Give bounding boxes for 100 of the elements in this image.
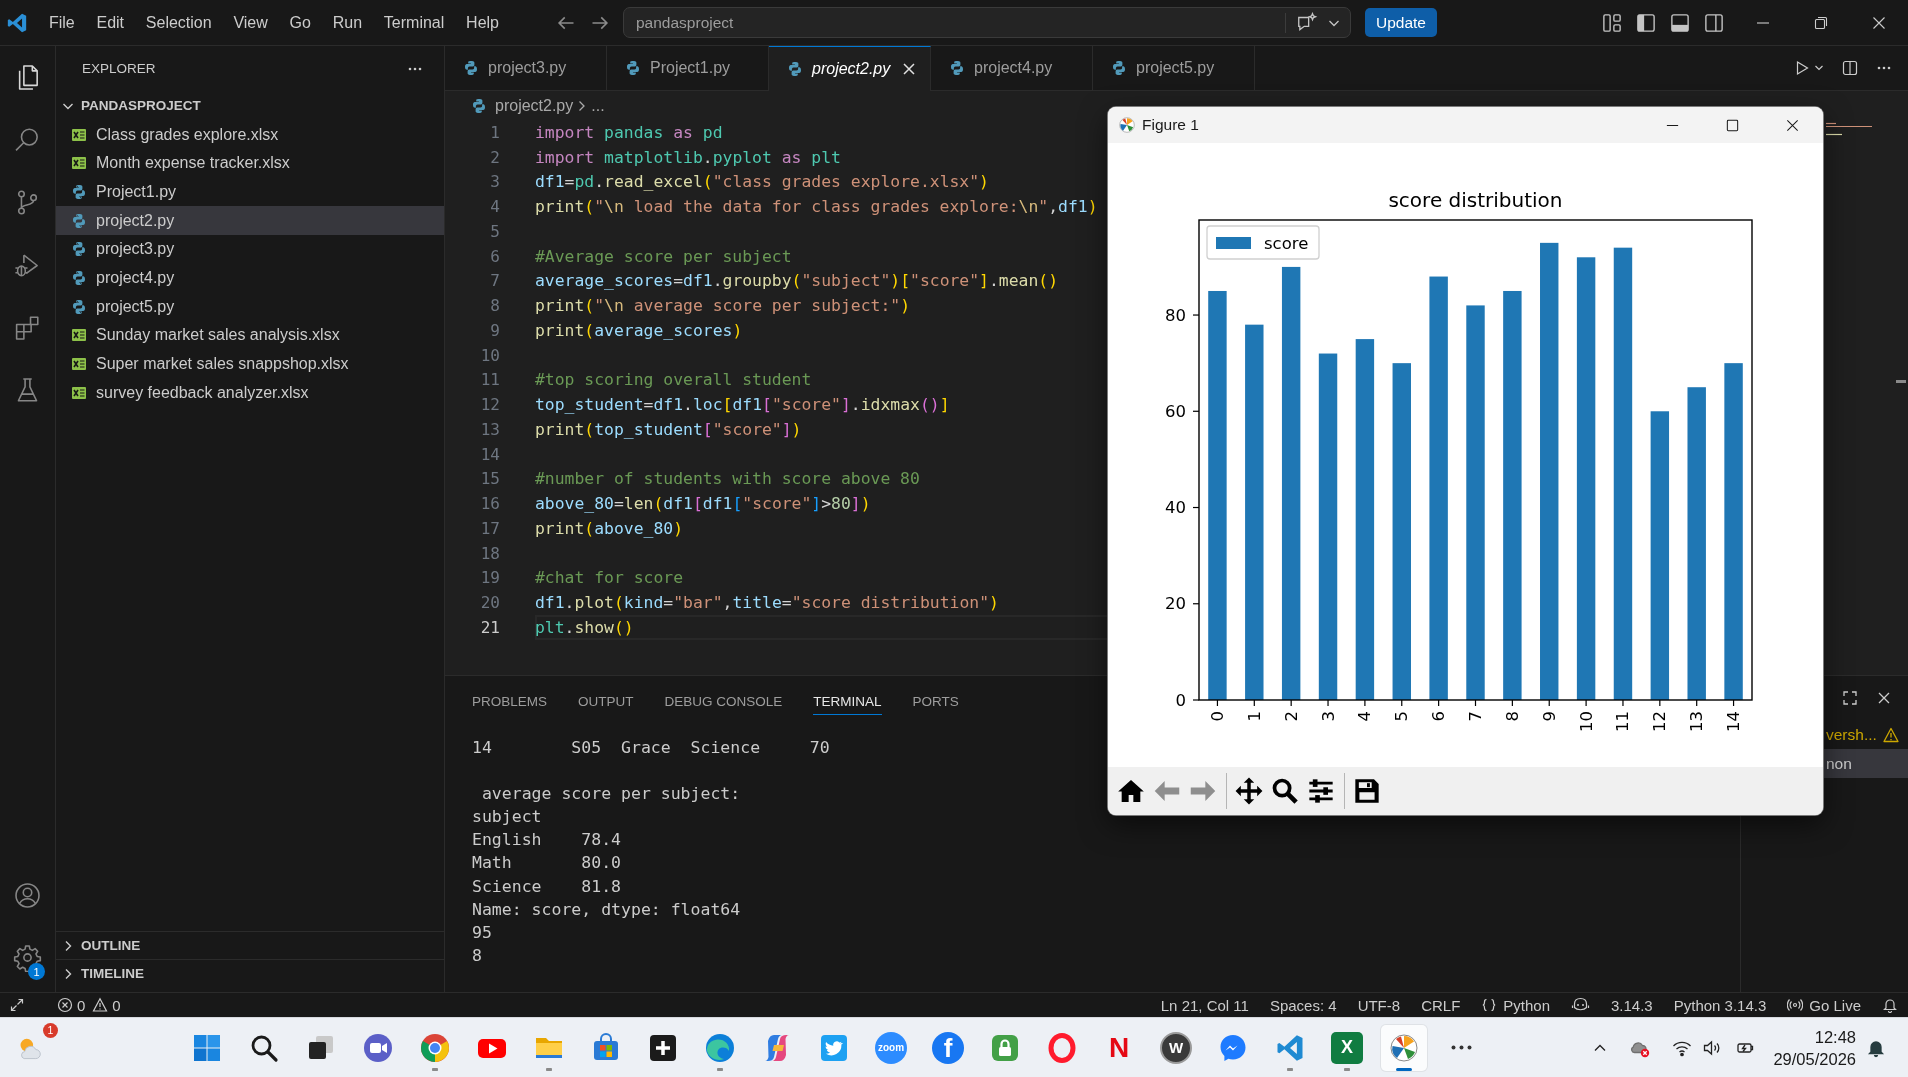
close-icon[interactable] bbox=[1871, 14, 1887, 31]
editor-tab[interactable]: project3.py bbox=[445, 46, 607, 90]
x-tick-label: 0 bbox=[1207, 711, 1227, 722]
status-item[interactable]: Go Live bbox=[1787, 996, 1861, 1014]
tree-item[interactable]: Super market sales snappshop.xlsx bbox=[56, 349, 444, 379]
panel-tab[interactable]: PROBLEMS bbox=[472, 688, 548, 715]
breadcrumb-item[interactable]: project2.py bbox=[495, 96, 574, 115]
more-icon bbox=[1450, 1045, 1472, 1050]
right-panel-icon[interactable] bbox=[1704, 12, 1724, 33]
tree-item[interactable]: project5.py bbox=[56, 292, 444, 321]
zoom-magnifier-icon[interactable] bbox=[1271, 777, 1299, 805]
panel-tab[interactable]: TERMINAL bbox=[813, 688, 882, 715]
y-tick-label: 60 bbox=[1165, 401, 1186, 421]
move-arrows-icon[interactable] bbox=[1235, 777, 1263, 805]
panel-tab[interactable]: PORTS bbox=[912, 688, 959, 715]
menu-item[interactable]: Go bbox=[278, 13, 322, 32]
run-icon[interactable] bbox=[1794, 60, 1810, 76]
menu-item[interactable]: File bbox=[38, 13, 86, 32]
terminal-line: Science 81.8 bbox=[472, 875, 621, 898]
taskbar-button[interactable]: N bbox=[1096, 1024, 1142, 1071]
close-icon[interactable] bbox=[901, 61, 917, 77]
menu-item[interactable]: Run bbox=[321, 13, 373, 32]
taskbar-button[interactable]: W bbox=[1153, 1024, 1199, 1071]
tree-item[interactable]: Class grades explore.xlsx bbox=[56, 120, 444, 150]
code-line: average_scores=df1.groupby("subject")["score"].mean() bbox=[535, 271, 1059, 291]
menu-item[interactable]: Help bbox=[455, 13, 510, 32]
tree-item[interactable]: survey feedback analyzer.xlsx bbox=[56, 378, 444, 407]
tree-item[interactable]: project2.py bbox=[56, 206, 444, 236]
tree-item[interactable]: project4.py bbox=[56, 263, 444, 293]
home-icon[interactable] bbox=[1117, 777, 1145, 805]
diagonal-arrows-icon[interactable] bbox=[9, 997, 25, 1013]
line-number: 6 bbox=[489, 246, 500, 266]
command-center-field[interactable]: pandasproject bbox=[623, 7, 1351, 38]
y-tick-label: 80 bbox=[1165, 305, 1186, 325]
line-number: 10 bbox=[479, 345, 500, 365]
menu-item[interactable]: Selection bbox=[134, 13, 223, 32]
section-header[interactable]: OUTLINE bbox=[56, 931, 444, 959]
chrome-icon bbox=[419, 1031, 451, 1064]
menu-item[interactable]: Terminal bbox=[372, 13, 456, 32]
taskbar-button[interactable]: X bbox=[1324, 1024, 1370, 1071]
status-item[interactable]: Spaces: 4 bbox=[1269, 996, 1337, 1014]
spreadsheet-file-icon bbox=[71, 355, 87, 372]
editor-tab[interactable]: project5.py bbox=[1093, 46, 1255, 90]
panel-tab[interactable]: OUTPUT bbox=[578, 688, 634, 715]
update-button[interactable]: Update bbox=[1365, 8, 1437, 37]
tree-item[interactable]: project3.py bbox=[56, 235, 444, 264]
tree-item[interactable]: Project1.py bbox=[56, 177, 444, 207]
taskbar-button[interactable]: f bbox=[925, 1024, 971, 1071]
tree-item[interactable]: Month expense tracker.xlsx bbox=[56, 149, 444, 178]
python-file-icon bbox=[471, 97, 487, 114]
status-item[interactable]: Python 3.14.3 bbox=[1673, 996, 1767, 1014]
terminal-line: English 78.4 bbox=[472, 829, 621, 852]
problems-status[interactable]: 0 0 bbox=[57, 996, 124, 1014]
sidebar-title: EXPLORER bbox=[82, 61, 157, 76]
section-header[interactable]: TIMELINE bbox=[56, 959, 444, 987]
clock-date[interactable]: 29/05/2026 bbox=[1773, 1047, 1856, 1070]
maximize-panel-icon[interactable] bbox=[1842, 690, 1858, 706]
sliders-icon[interactable] bbox=[1307, 777, 1335, 805]
maximize-icon[interactable] bbox=[1724, 117, 1740, 133]
scrollbar-marker-icon bbox=[1896, 380, 1906, 383]
restore-icon[interactable] bbox=[1813, 14, 1829, 31]
close-icon[interactable] bbox=[1784, 117, 1800, 133]
line-number: 18 bbox=[479, 543, 500, 563]
breadcrumb-item[interactable]: ... bbox=[591, 96, 605, 115]
editor-tab[interactable]: project2.py bbox=[769, 46, 931, 91]
robot-face-icon[interactable] bbox=[1571, 997, 1590, 1013]
close-icon[interactable] bbox=[1876, 690, 1892, 706]
chat-sparkle-icon[interactable] bbox=[1296, 11, 1318, 34]
terminal-line: Math 80.0 bbox=[472, 852, 621, 875]
terminal-list-item[interactable]: versh... bbox=[1824, 720, 1908, 749]
status-item[interactable]: Ln 21, Col 11 bbox=[1160, 996, 1249, 1014]
tree-item[interactable]: Sunday market sales analysis.xlsx bbox=[56, 321, 444, 350]
code-line: plt.show() bbox=[535, 617, 634, 637]
menu-item[interactable]: Edit bbox=[85, 13, 135, 32]
x-tick-label: 6 bbox=[1429, 711, 1449, 722]
menu-item[interactable]: View bbox=[222, 13, 279, 32]
running-indicator-icon bbox=[1396, 1067, 1412, 1071]
bottom-panel-icon[interactable] bbox=[1670, 12, 1690, 33]
left-panel-icon[interactable] bbox=[1636, 12, 1656, 33]
y-tick-label: 0 bbox=[1175, 690, 1186, 710]
layout-grid-icon[interactable] bbox=[1602, 12, 1622, 33]
extensions-icon[interactable] bbox=[13, 313, 42, 343]
line-number: 4 bbox=[489, 197, 500, 217]
line-number: 9 bbox=[489, 320, 500, 340]
code-line: #number of students with score above 80 bbox=[535, 469, 920, 489]
code-line: print(top_student["score"]) bbox=[535, 419, 802, 439]
editor-tab[interactable]: project4.py bbox=[931, 46, 1093, 90]
code-line: print("\n average score per subject:") bbox=[535, 296, 911, 316]
status-item[interactable]: Python bbox=[1481, 996, 1550, 1014]
folder-header[interactable]: PANDASPROJECT bbox=[56, 91, 444, 121]
status-item[interactable]: 3.14.3 bbox=[1611, 996, 1653, 1014]
panel-tab[interactable]: DEBUG CONSOLE bbox=[664, 688, 783, 715]
clock-time[interactable]: 12:48 bbox=[1814, 1025, 1856, 1048]
status-item[interactable]: CRLF bbox=[1421, 996, 1461, 1014]
code-line: print("\n load the data for class grades explore:\n",df1) bbox=[535, 197, 1098, 217]
split-editor-icon[interactable] bbox=[1842, 60, 1858, 76]
terminal-list-item[interactable]: non bbox=[1824, 749, 1908, 778]
bell-icon[interactable] bbox=[1882, 997, 1898, 1013]
account-icon[interactable] bbox=[13, 880, 42, 910]
status-item[interactable]: UTF-8 bbox=[1357, 996, 1401, 1014]
